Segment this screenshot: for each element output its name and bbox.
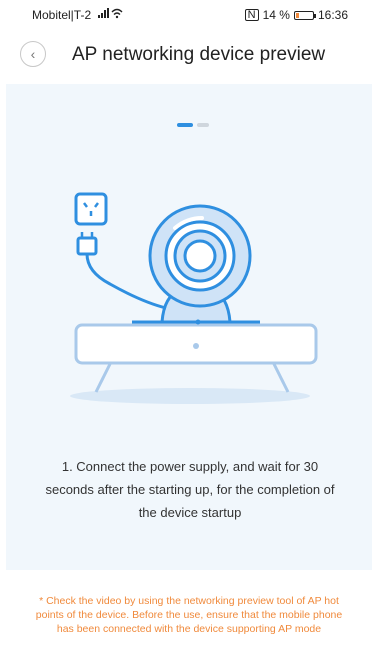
page-title: AP networking device preview [72, 44, 326, 65]
status-right: N 14 % 16:36 [244, 8, 348, 22]
pager-dots [177, 123, 209, 127]
battery-fill [295, 12, 299, 18]
nfc-icon: N [244, 9, 259, 21]
battery-percent: 14 % [262, 8, 290, 22]
header: ‹ AP networking device preview [0, 34, 378, 74]
ap-mode-note: * Check the video by using the networkin… [35, 595, 343, 635]
device-illustration [40, 180, 340, 410]
status-bar: Mobitel|T-2 N 14 % 16:36 [0, 0, 378, 30]
pager-dot [177, 123, 193, 127]
clock: 16:36 [317, 8, 348, 22]
pager-dot [197, 123, 209, 127]
signal-wifi-icon [98, 7, 124, 22]
chevron-left-icon: ‹ [30, 46, 36, 62]
carrier-name: Mobitel|T-2 [32, 8, 92, 22]
battery-icon [293, 10, 316, 20]
step-instruction: 1. Connect the power supply, and wait fo… [45, 459, 335, 520]
back-button[interactable]: ‹ [20, 41, 46, 67]
